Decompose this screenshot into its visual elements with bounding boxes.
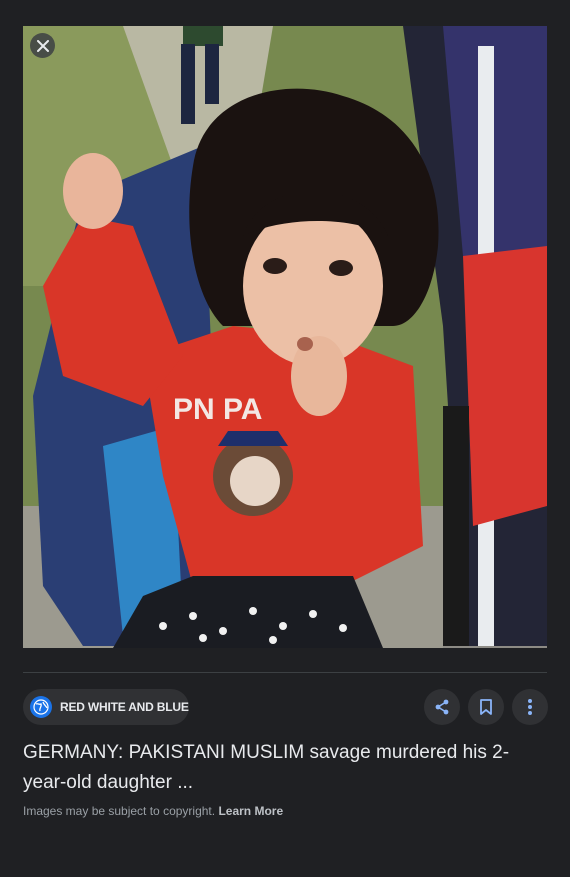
bookmark-icon <box>480 699 492 715</box>
source-chip[interactable]: RED WHITE AND BLUE <box>23 689 189 725</box>
learn-more-link[interactable]: Learn More <box>218 804 283 818</box>
more-options-button[interactable] <box>512 689 548 725</box>
svg-text:PN PA: PN PA <box>173 393 262 426</box>
share-icon <box>435 699 449 715</box>
save-button[interactable] <box>468 689 504 725</box>
divider <box>23 672 547 673</box>
globe-icon <box>30 696 52 718</box>
source-name: RED WHITE AND BLUE <box>60 700 189 714</box>
result-title-link[interactable]: GERMANY: PAKISTANI MUSLIM savage murdere… <box>23 738 543 798</box>
more-vert-icon <box>528 699 532 715</box>
close-button[interactable] <box>30 33 55 58</box>
preview-image[interactable]: PN PA <box>23 26 547 648</box>
copyright-text: Images may be subject to copyright. <box>23 804 216 818</box>
copyright-notice: Images may be subject to copyright. Lear… <box>23 804 283 818</box>
close-icon <box>36 39 49 52</box>
share-button[interactable] <box>424 689 460 725</box>
